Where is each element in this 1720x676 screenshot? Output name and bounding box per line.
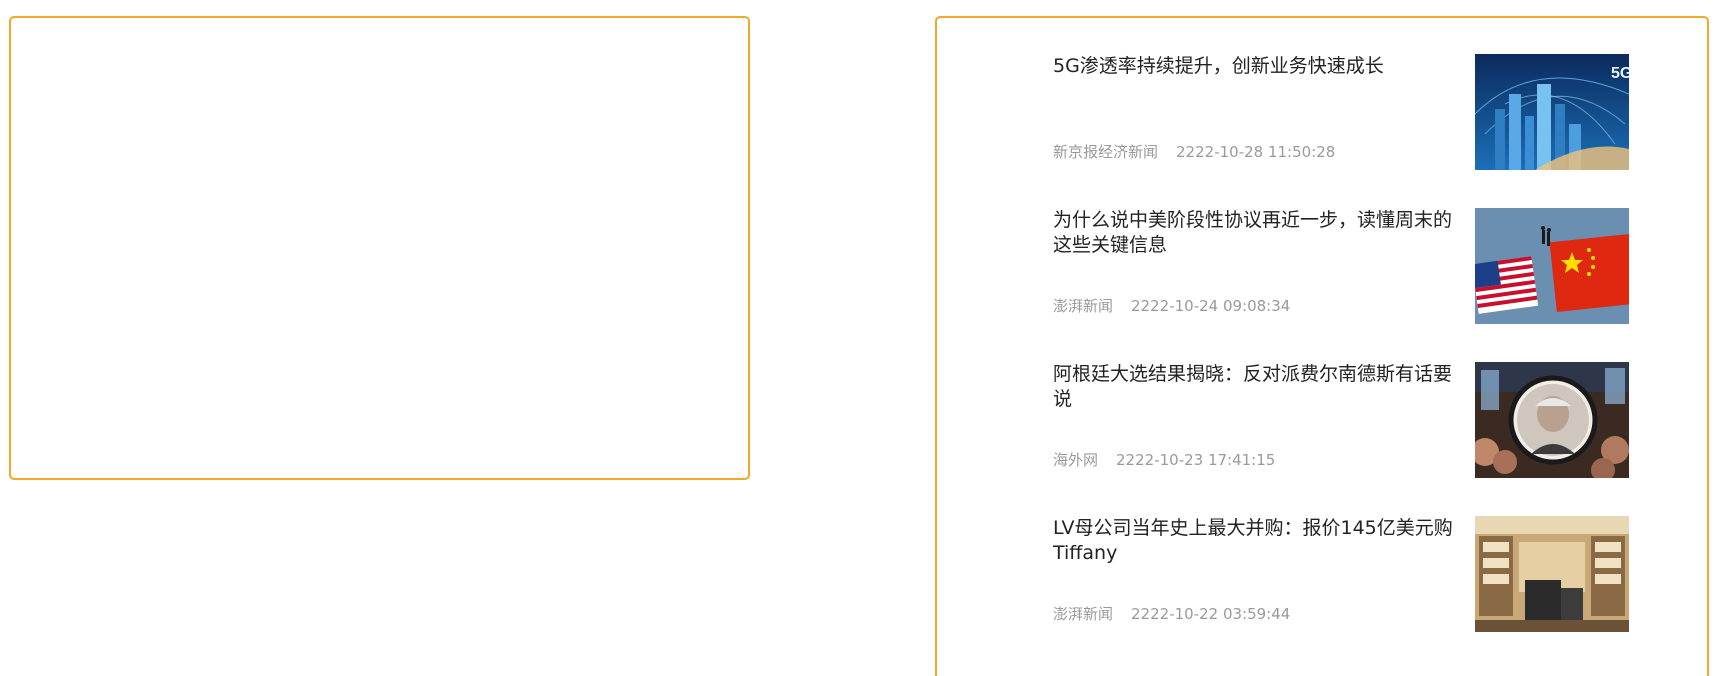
news-thumbnail[interactable]: 5G: [1475, 54, 1629, 170]
news-title[interactable]: LV母公司当年史上最大并购：报价145亿美元购Tiffany: [1053, 516, 1463, 566]
news-title[interactable]: 阿根廷大选结果揭晓：反对派费尔南德斯有话要说: [1053, 362, 1463, 412]
news-time: 2222-10-24 09:08:34: [1131, 297, 1291, 315]
news-thumbnail[interactable]: [1475, 362, 1629, 478]
news-time: 2222-10-23 17:41:15: [1116, 451, 1276, 469]
news-title[interactable]: 为什么说中美阶段性协议再近一步，读懂周末的这些关键信息: [1053, 208, 1463, 258]
svg-text:5G: 5G: [1611, 65, 1629, 82]
news-source: 澎湃新闻: [1053, 297, 1114, 315]
news-thumbnail[interactable]: [1475, 516, 1629, 632]
news-source: 澎湃新闻: [1053, 605, 1114, 623]
news-meta: 海外网 2222-10-23 17:41:15: [1053, 450, 1275, 470]
news-thumbnail[interactable]: [1475, 208, 1629, 324]
news-item[interactable]: 阿根廷大选结果揭晓：反对派费尔南德斯有话要说 海外网 2222-10-23 17:…: [1053, 362, 1633, 478]
news-item[interactable]: 为什么说中美阶段性协议再近一步，读懂周末的这些关键信息 澎湃新闻 2222-10-…: [1053, 208, 1633, 324]
news-meta: 新京报经济新闻 2222-10-28 11:50:28: [1053, 142, 1335, 162]
news-item[interactable]: LV母公司当年史上最大并购：报价145亿美元购Tiffany 澎湃新闻 2222-…: [1053, 516, 1633, 632]
news-time: 2222-10-22 03:59:44: [1131, 605, 1291, 623]
news-item[interactable]: 5G渗透率持续提升，创新业务快速成长 新京报经济新闻 2222-10-28 11:…: [1053, 54, 1633, 170]
news-list-panel: 5G渗透率持续提升，创新业务快速成长 新京报经济新闻 2222-10-28 11:…: [935, 16, 1709, 676]
news-source: 新京报经济新闻: [1053, 143, 1159, 161]
news-source: 海外网: [1053, 451, 1099, 469]
news-time: 2222-10-28 11:50:28: [1176, 143, 1336, 161]
left-content-panel: [9, 16, 750, 480]
news-meta: 澎湃新闻 2222-10-24 09:08:34: [1053, 296, 1290, 316]
news-meta: 澎湃新闻 2222-10-22 03:59:44: [1053, 604, 1290, 624]
news-title[interactable]: 5G渗透率持续提升，创新业务快速成长: [1053, 54, 1463, 79]
